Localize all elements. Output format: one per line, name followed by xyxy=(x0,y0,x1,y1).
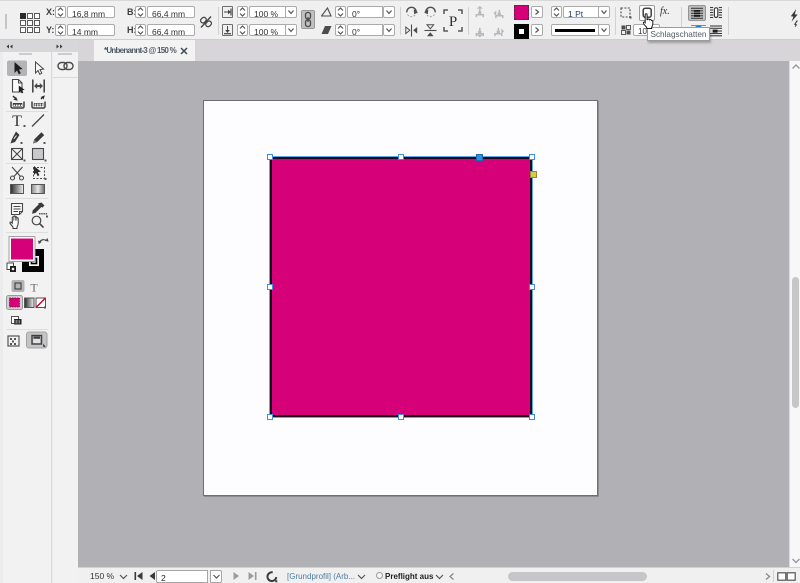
svg-text:T: T xyxy=(30,281,38,295)
svg-text:T: T xyxy=(12,113,22,130)
svg-text:P: P xyxy=(449,14,457,30)
